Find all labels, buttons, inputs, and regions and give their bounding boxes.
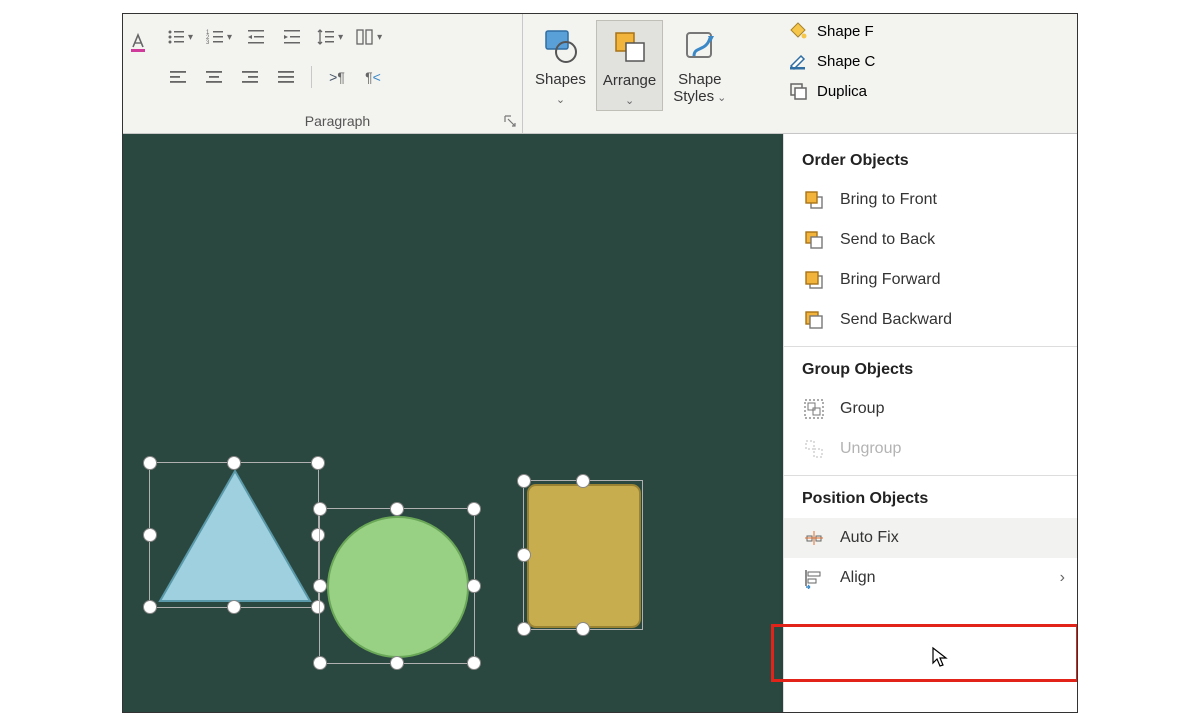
separator <box>311 66 312 88</box>
align-left-button[interactable] <box>163 62 193 92</box>
circle-selection[interactable] <box>319 508 475 664</box>
bring-forward-icon <box>802 268 826 292</box>
app-window: ▾ 123 ▾ ▾ ▾ <box>122 13 1078 713</box>
circle-shape[interactable] <box>320 509 476 665</box>
triangle-selection[interactable] <box>149 462 319 608</box>
ribbon: ▾ 123 ▾ ▾ ▾ <box>123 14 1077 134</box>
shape-fill-button[interactable]: Shape F <box>783 18 1073 44</box>
auto-fix-item[interactable]: Auto Fix <box>784 518 1078 558</box>
align-icon <box>802 566 826 590</box>
auto-fix-icon <box>802 526 826 550</box>
shapes-button[interactable]: Shapes ⌄ <box>529 20 592 111</box>
arrange-button[interactable]: Arrange ⌄ <box>596 20 663 111</box>
chevron-down-icon: ▾ <box>188 32 193 43</box>
bring-to-front-item[interactable]: Bring to Front <box>784 180 1078 220</box>
columns-button[interactable]: ▾ <box>352 22 385 52</box>
send-to-back-label: Send to Back <box>840 231 935 249</box>
shapes-label: Shapes <box>535 71 586 88</box>
group-icon <box>802 397 826 421</box>
bring-to-front-label: Bring to Front <box>840 191 937 209</box>
align-center-button[interactable] <box>199 62 229 92</box>
position-objects-header: Position Objects <box>784 482 1078 518</box>
chevron-down-icon: ⌄ <box>556 93 565 106</box>
align-item[interactable]: Align › <box>784 558 1078 598</box>
group-objects-header: Group Objects <box>784 353 1078 389</box>
paragraph-row-2: >¶ ¶< <box>163 62 512 92</box>
drawing-group: Shapes ⌄ Arrange ⌄ <box>523 14 779 133</box>
send-to-back-item[interactable]: Send to Back <box>784 220 1078 260</box>
duplicate-icon <box>787 80 809 102</box>
side-group: Shape F Shape C Duplica <box>779 14 1077 133</box>
triangle-shape[interactable] <box>150 463 320 609</box>
shape-styles-button[interactable]: Shape Styles ⌄ <box>667 20 732 111</box>
shape-styles-icon <box>678 24 722 68</box>
paragraph-group-label: Paragraph <box>305 113 370 129</box>
align-label: Align <box>840 569 876 587</box>
paragraph-group: ▾ 123 ▾ ▾ ▾ <box>153 14 523 133</box>
bullets-button[interactable]: ▾ <box>163 22 196 52</box>
rectangle-selection[interactable] <box>523 480 643 630</box>
shape-outline-icon <box>787 50 809 72</box>
chevron-down-icon: ▾ <box>377 32 382 43</box>
group-label: Group <box>840 400 884 418</box>
line-spacing-button[interactable]: ▾ <box>313 22 346 52</box>
paragraph-row-1: ▾ 123 ▾ ▾ ▾ <box>163 22 512 52</box>
svg-text:3: 3 <box>206 40 210 46</box>
font-color-icon[interactable] <box>127 32 149 54</box>
arrange-dropdown: Order Objects Bring to Front Send to Bac… <box>783 134 1078 712</box>
ungroup-label: Ungroup <box>840 440 901 458</box>
chevron-down-icon: ▾ <box>338 32 343 43</box>
bring-forward-label: Bring Forward <box>840 271 940 289</box>
shapes-icon <box>538 24 582 68</box>
increase-indent-button[interactable] <box>277 22 307 52</box>
paragraph-dialog-launcher[interactable] <box>502 113 518 129</box>
dropdown-separator <box>784 475 1078 476</box>
ltr-button[interactable]: ¶< <box>358 62 388 92</box>
chevron-down-icon: ▾ <box>227 32 232 43</box>
duplicate-button[interactable]: Duplica <box>783 78 1073 104</box>
shape-outline-button[interactable]: Shape C <box>783 48 1073 74</box>
auto-fix-label: Auto Fix <box>840 529 899 547</box>
shape-outline-label: Shape C <box>817 53 875 70</box>
ungroup-icon <box>802 437 826 461</box>
arrange-label: Arrange <box>603 72 656 89</box>
bring-to-front-icon <box>802 188 826 212</box>
rectangle-shape[interactable] <box>524 481 644 631</box>
align-right-button[interactable] <box>235 62 265 92</box>
numbering-button[interactable]: 123 ▾ <box>202 22 235 52</box>
justify-button[interactable] <box>271 62 301 92</box>
order-objects-header: Order Objects <box>784 144 1078 180</box>
ungroup-item: Ungroup <box>784 429 1078 469</box>
shape-fill-label: Shape F <box>817 23 874 40</box>
submenu-arrow-icon: › <box>1060 569 1065 587</box>
shape-fill-icon <box>787 20 809 42</box>
arrange-icon <box>608 25 652 69</box>
rtl-button[interactable]: >¶ <box>322 62 352 92</box>
bring-forward-item[interactable]: Bring Forward <box>784 260 1078 300</box>
duplicate-label: Duplica <box>817 83 867 100</box>
decrease-indent-button[interactable] <box>241 22 271 52</box>
ribbon-left-edge <box>123 14 153 133</box>
send-backward-label: Send Backward <box>840 311 952 329</box>
send-backward-icon <box>802 308 826 332</box>
chevron-down-icon: ⌄ <box>714 92 726 104</box>
dropdown-separator <box>784 346 1078 347</box>
chevron-down-icon: ⌄ <box>625 94 634 107</box>
send-backward-item[interactable]: Send Backward <box>784 300 1078 340</box>
group-item[interactable]: Group <box>784 389 1078 429</box>
send-to-back-icon <box>802 228 826 252</box>
